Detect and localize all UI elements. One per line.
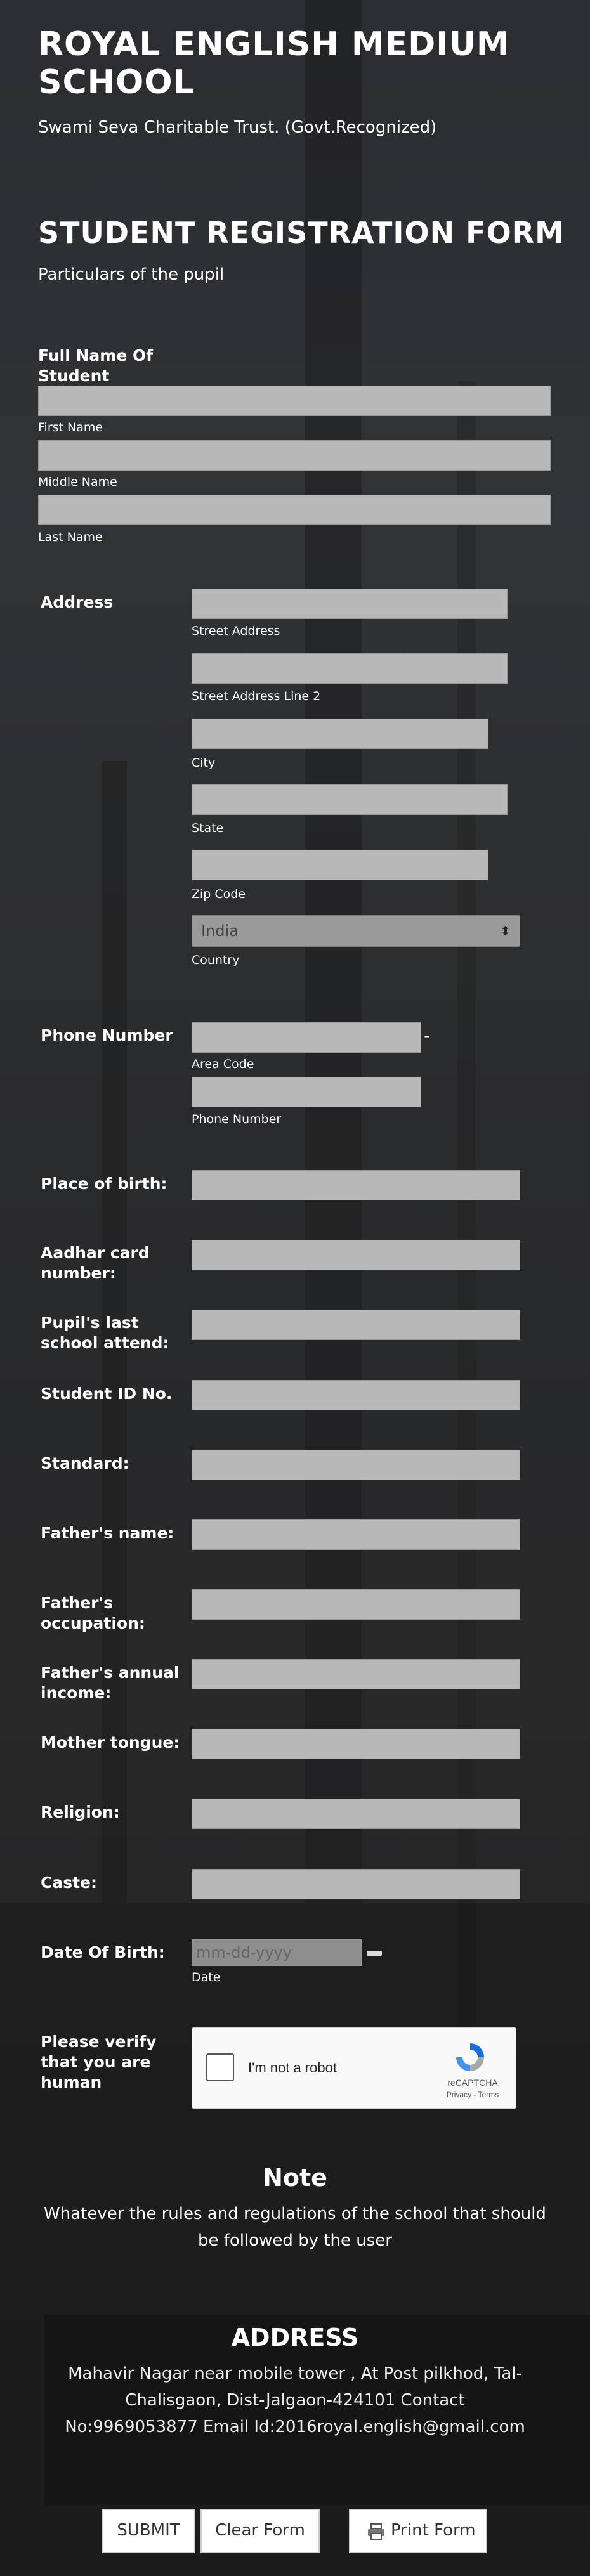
print-form-button[interactable]: Print Form (349, 2509, 487, 2553)
father-occupation-input[interactable] (192, 1589, 520, 1620)
place-of-birth-label: Place of birth: (41, 1174, 167, 1193)
mother-tongue-label: Mother tongue: (41, 1733, 180, 1752)
dob-label: Date Of Birth: (41, 1943, 165, 1961)
mother-tongue-input[interactable] (192, 1729, 520, 1759)
state-sublabel: State (192, 821, 224, 835)
city-sublabel: City (192, 756, 216, 770)
father-income-input[interactable] (192, 1659, 520, 1689)
section-title: Particulars of the pupil (38, 265, 225, 284)
aadhar-label: Aadhar card number: (41, 1244, 150, 1282)
printer-icon (368, 2523, 384, 2540)
submit-button[interactable]: SUBMIT (102, 2509, 195, 2553)
place-of-birth-input[interactable] (192, 1170, 520, 1200)
note-text: Whatever the rules and regulations of th… (44, 2204, 546, 2250)
country-select-value: India (201, 922, 239, 940)
school-subtitle: Swami Seva Charitable Trust. (Govt.Recog… (38, 118, 437, 137)
student-id-input[interactable] (192, 1380, 520, 1410)
address-title: ADDRESS (231, 2324, 359, 2352)
last-name-sublabel: Last Name (38, 530, 103, 544)
print-form-label: Print Form (391, 2521, 476, 2540)
last-name-input[interactable] (38, 495, 551, 525)
last-school-label: Pupil's last school attend: (41, 1313, 169, 1352)
caste-input[interactable] (192, 1869, 520, 1899)
standard-label: Standard: (41, 1454, 129, 1473)
address-text: Mahavir Nagar near mobile tower , At Pos… (65, 2364, 525, 2436)
phone-label: Phone Number (41, 1026, 173, 1044)
standard-input[interactable] (192, 1450, 520, 1480)
city-input[interactable] (192, 719, 488, 749)
street-address2-input[interactable] (192, 653, 508, 684)
country-sublabel: Country (192, 953, 240, 967)
area-code-sublabel: Area Code (192, 1057, 254, 1071)
address-label: Address (41, 593, 114, 611)
student-id-label: Student ID No. (41, 1384, 173, 1403)
area-code-input[interactable] (192, 1022, 421, 1053)
form-title: STUDENT REGISTRATION FORM (38, 216, 565, 250)
first-name-sublabel: First Name (38, 420, 103, 434)
caste-label: Caste: (41, 1873, 98, 1892)
captcha-checkbox[interactable] (206, 2053, 234, 2081)
phone-dash: - (424, 1025, 431, 1046)
religion-input[interactable] (192, 1799, 520, 1829)
full-name-label: Full Name Of Student (38, 346, 154, 385)
religion-label: Religion: (41, 1803, 120, 1821)
recaptcha-logo-icon (456, 2043, 484, 2071)
country-select[interactable]: India ⬍ (192, 915, 520, 947)
recaptcha-widget: I'm not a robot reCAPTCHA Privacy - Term… (192, 2027, 516, 2109)
phone-number-sublabel: Phone Number (192, 1112, 282, 1126)
dob-input[interactable]: mm-dd-yyyy (192, 1939, 362, 1966)
street-address2-sublabel: Street Address Line 2 (192, 689, 321, 703)
zip-code-sublabel: Zip Code (192, 887, 246, 901)
aadhar-input[interactable] (192, 1240, 520, 1270)
street-address-input[interactable] (192, 589, 508, 619)
street-address-sublabel: Street Address (192, 624, 280, 638)
state-input[interactable] (192, 784, 508, 815)
father-name-input[interactable] (192, 1519, 520, 1550)
calendar-icon[interactable] (367, 1951, 382, 1956)
captcha-label: Please verify that you are human (41, 2033, 157, 2091)
middle-name-sublabel: Middle Name (38, 475, 117, 489)
phone-number-input[interactable] (192, 1077, 421, 1107)
captcha-checkbox-label: I'm not a robot (248, 2060, 337, 2076)
zip-code-input[interactable] (192, 850, 488, 880)
recaptcha-brand: reCAPTCHA (447, 2078, 498, 2088)
father-income-label: Father's annual income: (41, 1663, 180, 1702)
middle-name-input[interactable] (38, 440, 551, 471)
school-name: ROYAL ENGLISH MEDIUM SCHOOL (38, 25, 510, 101)
recaptcha-links[interactable]: Privacy - Terms (441, 2090, 504, 2099)
last-school-input[interactable] (192, 1310, 520, 1340)
dob-sublabel: Date (192, 1970, 221, 1984)
chevron-down-icon: ⬍ (500, 923, 511, 939)
first-name-input[interactable] (38, 386, 551, 416)
father-name-label: Father's name: (41, 1524, 174, 1542)
note-title: Note (263, 2164, 327, 2192)
father-occupation-label: Father's occupation: (41, 1594, 145, 1632)
clear-form-button[interactable]: Clear Form (200, 2509, 320, 2553)
